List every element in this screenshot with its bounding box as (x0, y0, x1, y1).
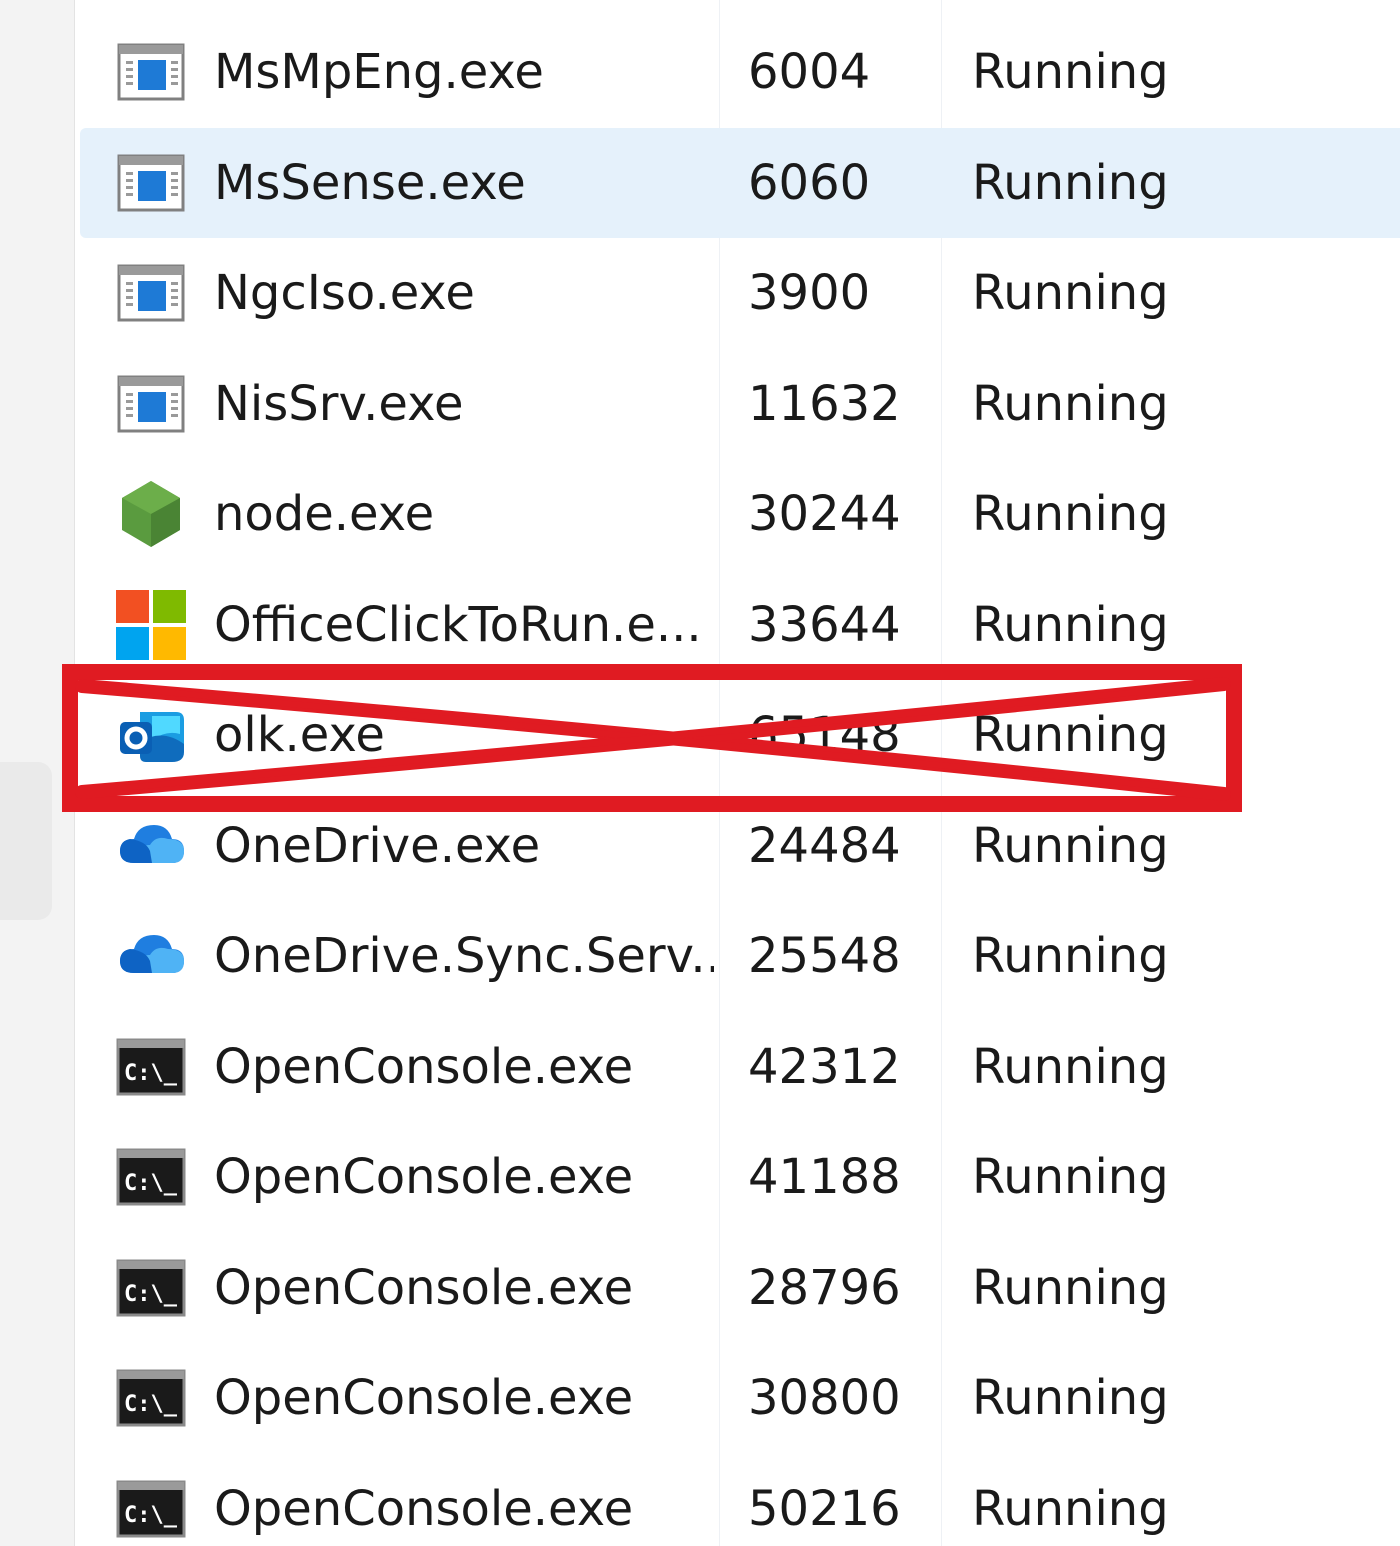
process-row[interactable]: node.exe 30244 Running (80, 459, 1400, 569)
svg-text:C:\_: C:\_ (124, 1061, 178, 1086)
process-status: Running (972, 1260, 1169, 1316)
process-row[interactable]: OneDrive.exe 24484 Running (80, 791, 1400, 901)
process-status: Running (972, 818, 1169, 874)
process-name: OpenConsole.exe (214, 1260, 634, 1316)
service-window-icon (116, 258, 186, 328)
process-pid: 11632 (748, 376, 901, 432)
process-pid: 65148 (748, 707, 901, 763)
service-window-icon (116, 148, 186, 218)
process-pid: 25548 (748, 928, 901, 984)
process-row[interactable]: MsSense.exe 6060 Running (80, 128, 1400, 238)
nav-pane-tab[interactable] (0, 762, 52, 920)
process-row[interactable]: NisSrv.exe 11632 Running (80, 349, 1400, 459)
process-pid: 41188 (748, 1149, 901, 1205)
process-pid: 33644 (748, 597, 901, 653)
process-name: MsMpEng.exe (214, 44, 544, 100)
process-name: OpenConsole.exe (214, 1039, 634, 1095)
process-row[interactable]: olk.exe 65148 Running (80, 680, 1400, 790)
onedrive-cloud-icon (116, 921, 186, 991)
process-row[interactable]: MsMpEng.exe 6004 Running (80, 17, 1400, 127)
process-status: Running (972, 1481, 1169, 1537)
svg-text:C:\_: C:\_ (124, 1392, 178, 1417)
process-status: Running (972, 597, 1169, 653)
process-pid: 42312 (748, 1039, 901, 1095)
process-status: Running (972, 265, 1169, 321)
office-squares-icon (116, 590, 186, 660)
process-pid: 24484 (748, 818, 901, 874)
process-pid: 3900 (748, 265, 871, 321)
process-name: MsSense.exe (214, 155, 526, 211)
nodejs-hexagon-icon (116, 479, 186, 549)
console-icon: C:\_ (116, 1253, 186, 1323)
left-navigation-strip (0, 0, 74, 1546)
process-row[interactable]: NgcIso.exe 3900 Running (80, 238, 1400, 348)
console-icon: C:\_ (116, 1363, 186, 1433)
console-icon: C:\_ (116, 1474, 186, 1544)
process-name: OfficeClickToRun.e... (214, 597, 702, 653)
process-status: Running (972, 486, 1169, 542)
console-icon: C:\_ (116, 1032, 186, 1102)
svg-text:C:\_: C:\_ (124, 1171, 178, 1196)
process-name: NisSrv.exe (214, 376, 464, 432)
process-status: Running (972, 1149, 1169, 1205)
process-row[interactable]: C:\_ OpenConsole.exe 50216 Running (80, 1454, 1400, 1546)
process-status: Running (972, 155, 1169, 211)
process-row[interactable]: C:\_ OpenConsole.exe 42312 Running (80, 1012, 1400, 1122)
process-name: node.exe (214, 486, 435, 542)
process-status: Running (972, 44, 1169, 100)
process-pid: 30800 (748, 1370, 901, 1426)
process-status: Running (972, 376, 1169, 432)
service-window-icon (116, 369, 186, 439)
process-pid: 50216 (748, 1481, 901, 1537)
process-name: olk.exe (214, 707, 385, 763)
process-status: Running (972, 1370, 1169, 1426)
console-icon: C:\_ (116, 1142, 186, 1212)
process-status: Running (972, 928, 1169, 984)
process-name: OneDrive.Sync.Serv... (214, 928, 714, 984)
process-name: OneDrive.exe (214, 818, 541, 874)
process-row[interactable]: OfficeClickToRun.e... 33644 Running (80, 570, 1400, 680)
process-pid: 30244 (748, 486, 901, 542)
svg-text:C:\_: C:\_ (124, 1503, 178, 1528)
process-name: OpenConsole.exe (214, 1370, 634, 1426)
process-name: OpenConsole.exe (214, 1481, 634, 1537)
task-manager-details-view: MsMpEng.exe 6004 Running MsSense.exe 6060 Run… (0, 0, 1400, 1546)
process-row[interactable]: OneDrive.Sync.Serv... 25548 Running (80, 901, 1400, 1011)
process-name: OpenConsole.exe (214, 1149, 634, 1205)
process-pid: 6004 (748, 44, 871, 100)
process-row[interactable]: C:\_ OpenConsole.exe 41188 Running (80, 1122, 1400, 1232)
process-pid: 28796 (748, 1260, 901, 1316)
svg-text:C:\_: C:\_ (124, 1282, 178, 1307)
process-status: Running (972, 1039, 1169, 1095)
process-status: Running (972, 707, 1169, 763)
outlook-icon (116, 700, 186, 770)
process-pid: 6060 (748, 155, 871, 211)
onedrive-cloud-icon (116, 811, 186, 881)
process-row[interactable]: C:\_ OpenConsole.exe 28796 Running (80, 1233, 1400, 1343)
service-window-icon (116, 37, 186, 107)
process-name: NgcIso.exe (214, 265, 475, 321)
process-row[interactable]: C:\_ OpenConsole.exe 30800 Running (80, 1343, 1400, 1453)
